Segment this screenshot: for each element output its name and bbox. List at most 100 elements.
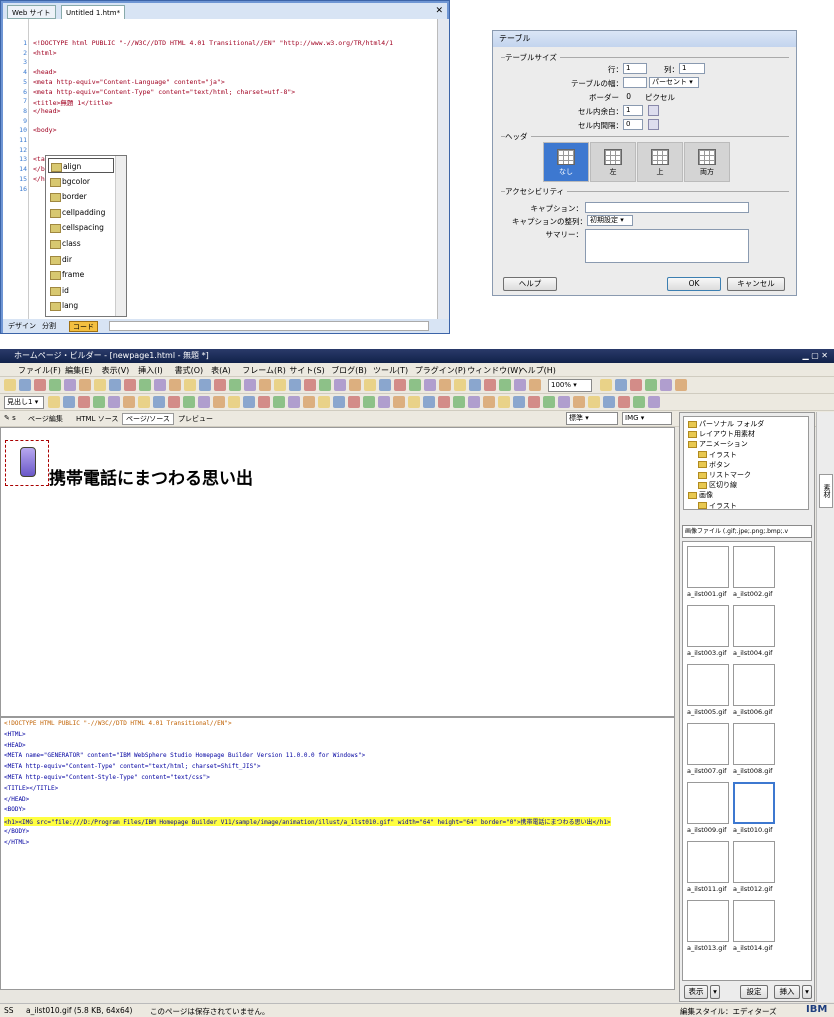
width-unit-select[interactable]: パーセント ▾: [649, 77, 699, 88]
menu-item[interactable]: 書式(O): [175, 365, 204, 376]
toolbar-button-icon[interactable]: [513, 396, 525, 408]
page-heading[interactable]: 携帯電話にまつわる思い出: [49, 464, 253, 489]
toolbar-button-icon[interactable]: [319, 379, 331, 391]
cols-input[interactable]: 1: [679, 63, 705, 74]
toolbar-button-icon[interactable]: [645, 379, 657, 391]
toolbar-button-icon[interactable]: [424, 379, 436, 391]
toolbar-button-icon[interactable]: [423, 396, 435, 408]
tree-item[interactable]: リストマーク: [698, 470, 751, 480]
tab-untitled[interactable]: Untitled 1.htm*: [61, 5, 126, 19]
toolbar-button-icon[interactable]: [393, 396, 405, 408]
menu-item[interactable]: プラグイン(P): [415, 365, 466, 376]
toolbar-button-icon[interactable]: [364, 379, 376, 391]
toolbar-button-icon[interactable]: [19, 379, 31, 391]
autocomplete-scrollbar[interactable]: [115, 156, 126, 316]
autocomplete-item[interactable]: dir: [48, 252, 114, 267]
header-left-option[interactable]: 左: [590, 142, 636, 182]
toolbar-button-icon[interactable]: [64, 379, 76, 391]
toolbar-button-icon[interactable]: [303, 396, 315, 408]
menu-item[interactable]: サイト(S): [289, 365, 324, 376]
toolbar-button-icon[interactable]: [198, 396, 210, 408]
menu-item[interactable]: 表(A): [211, 365, 231, 376]
zoom-select[interactable]: 100% ▾: [548, 379, 592, 392]
toolbar-button-icon[interactable]: [379, 379, 391, 391]
toolbar-button-icon[interactable]: [213, 396, 225, 408]
menu-item[interactable]: 表示(V): [102, 365, 130, 376]
rows-input[interactable]: 1: [623, 63, 647, 74]
menu-item[interactable]: ウィンドウ(W): [467, 365, 521, 376]
autocomplete-item[interactable]: align: [48, 158, 114, 173]
toolbar-button-icon[interactable]: [274, 379, 286, 391]
thumbnail-image[interactable]: [733, 841, 775, 883]
autocomplete-item[interactable]: class: [48, 236, 114, 251]
toolbar-button-icon[interactable]: [318, 396, 330, 408]
autocomplete-item[interactable]: border: [48, 189, 114, 204]
caption-input[interactable]: [585, 202, 749, 213]
page-edit-area[interactable]: 携帯電話にまつわる思い出: [0, 427, 675, 717]
header-top-option[interactable]: 上: [637, 142, 683, 182]
thumbnail-image[interactable]: [733, 664, 775, 706]
tab-page-source[interactable]: ページ/ソース: [122, 413, 174, 425]
toolbar-button-icon[interactable]: [468, 396, 480, 408]
toolbar-button-icon[interactable]: [439, 379, 451, 391]
summary-textarea[interactable]: [585, 229, 749, 263]
tree-item[interactable]: ボタン: [698, 460, 730, 470]
toolbar-button-icon[interactable]: [229, 379, 241, 391]
tree-item[interactable]: アニメーション: [688, 439, 748, 449]
toolbar-button-icon[interactable]: [48, 396, 60, 408]
toolbar-button-icon[interactable]: [348, 396, 360, 408]
insert-button[interactable]: 挿入: [774, 985, 800, 999]
material-tree[interactable]: パーソナル フォルダ レイアウト用素材 アニメーション イラスト ボタン リストマーク 区切…: [683, 416, 809, 510]
toolbar-button-icon[interactable]: [228, 396, 240, 408]
toolbar-button-icon[interactable]: [615, 379, 627, 391]
thumbnail-grid[interactable]: a_ilst001.gif a_ilst002.gif a_ilst003.gif a…: [682, 541, 812, 981]
toolbar-button-icon[interactable]: [78, 396, 90, 408]
show-button[interactable]: 表示: [684, 985, 708, 999]
thumbnail-image[interactable]: [687, 605, 729, 647]
toolbar-button-icon[interactable]: [394, 379, 406, 391]
selected-image[interactable]: [5, 440, 49, 486]
toolbar-button-icon[interactable]: [184, 379, 196, 391]
toolbar-button-icon[interactable]: [603, 396, 615, 408]
cancel-button[interactable]: キャンセル: [727, 277, 785, 291]
tree-item[interactable]: レイアウト用素材: [688, 429, 755, 439]
toolbar-button-icon[interactable]: [499, 379, 511, 391]
toolbar-button-icon[interactable]: [108, 396, 120, 408]
toolbar-button-icon[interactable]: [528, 396, 540, 408]
tab-page-edit[interactable]: ページ編集: [28, 414, 63, 424]
toolbar-button-icon[interactable]: [514, 379, 526, 391]
tree-item[interactable]: イラスト: [698, 450, 737, 460]
header-both-option[interactable]: 両方: [684, 142, 730, 182]
toolbar-button-icon[interactable]: [630, 379, 642, 391]
thumbnail-image[interactable]: [687, 782, 729, 824]
toolbar-button-icon[interactable]: [573, 396, 585, 408]
style-select[interactable]: 見出し1 ▾: [4, 396, 44, 409]
insert-dropdown-button[interactable]: ▾: [802, 985, 812, 999]
toolbar-button-icon[interactable]: [633, 396, 645, 408]
toolbar-button-icon[interactable]: [109, 379, 121, 391]
autocomplete-list[interactable]: align bgcolor border cellpadding cellspacing…: [45, 155, 127, 317]
toolbar-button-icon[interactable]: [4, 379, 16, 391]
toolbar-button-icon[interactable]: [483, 396, 495, 408]
toolbar-button-icon[interactable]: [34, 379, 46, 391]
autocomplete-item[interactable]: lang: [48, 298, 114, 313]
toolbar-button-icon[interactable]: [378, 396, 390, 408]
toolbar-button-icon[interactable]: [123, 396, 135, 408]
menu-item[interactable]: ファイル(F): [18, 365, 61, 376]
toolbar-button-icon[interactable]: [334, 379, 346, 391]
tree-item[interactable]: イラスト: [698, 501, 737, 511]
toolbar-button-icon[interactable]: [124, 379, 136, 391]
tree-item[interactable]: パーソナル フォルダ: [688, 419, 764, 429]
toolbar-button-icon[interactable]: [139, 379, 151, 391]
thumbnail-image[interactable]: [733, 900, 775, 942]
menu-item[interactable]: 挿入(I): [138, 365, 163, 376]
toolbar-button-icon[interactable]: [153, 396, 165, 408]
thumbnail-image[interactable]: [687, 546, 729, 588]
toolbar-button-icon[interactable]: [438, 396, 450, 408]
img-select[interactable]: IMG ▾: [622, 412, 672, 425]
menu-item[interactable]: ツール(T): [373, 365, 408, 376]
toolbar-button-icon[interactable]: [408, 396, 420, 408]
thumbnail-image[interactable]: [733, 605, 775, 647]
caption-align-select[interactable]: 初期設定 ▾: [587, 215, 633, 226]
toolbar-button-icon[interactable]: [648, 396, 660, 408]
